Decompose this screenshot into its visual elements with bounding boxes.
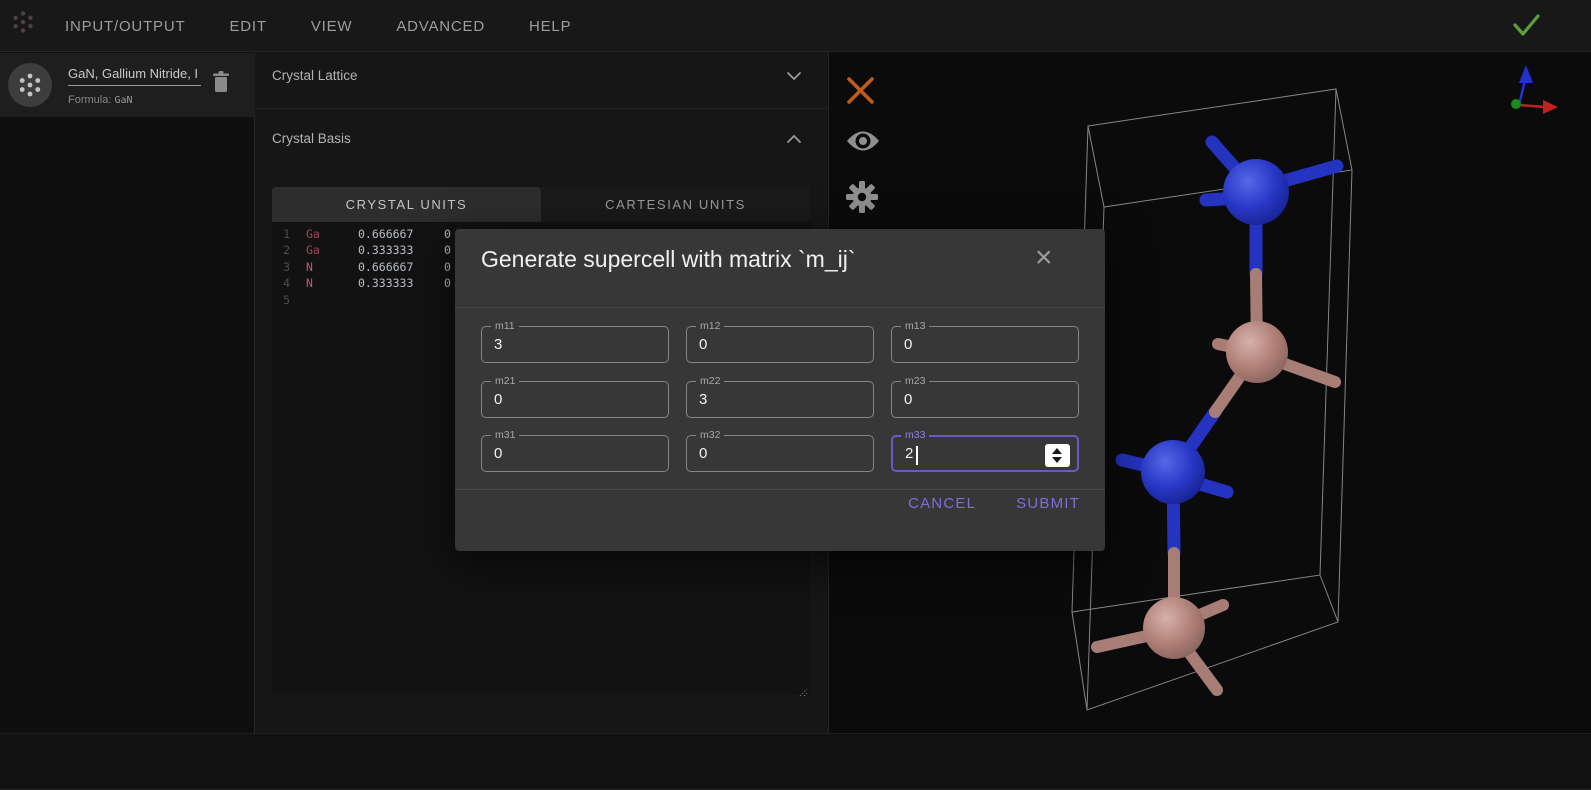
m32-input[interactable] [687, 436, 873, 471]
menu-view[interactable]: VIEW [311, 18, 353, 35]
eye-icon[interactable] [845, 128, 881, 154]
field-label: m32 [696, 429, 724, 441]
m12-input[interactable] [687, 327, 873, 362]
menu-input-output[interactable]: INPUT/OUTPUT [65, 18, 185, 35]
section-crystal-basis[interactable]: Crystal Basis [272, 131, 351, 146]
m31-input[interactable] [482, 436, 668, 471]
section-crystal-lattice[interactable]: Crystal Lattice [272, 68, 358, 83]
material-name-field[interactable]: GaN, Gallium Nitride, I [68, 66, 201, 86]
dialog-title: Generate supercell with matrix `m_ij` [481, 246, 856, 273]
field-label: m12 [696, 320, 724, 332]
atom-n-sphere [1141, 440, 1205, 504]
menu-edit[interactable]: EDIT [229, 18, 266, 35]
m22-input[interactable] [687, 382, 873, 417]
matrix-field-m13: m13 [891, 326, 1079, 363]
matrix-field-m22: m22 [686, 381, 874, 418]
menu-advanced[interactable]: ADVANCED [396, 18, 485, 35]
dialog-close-icon[interactable]: × [1035, 243, 1053, 273]
m23-input[interactable] [892, 382, 1078, 417]
matrix-field-m33: m33 [891, 435, 1079, 472]
field-label: m13 [901, 320, 929, 332]
menu-help[interactable]: HELP [529, 18, 571, 35]
m21-input[interactable] [482, 382, 668, 417]
atom-ga-sphere [1226, 321, 1288, 383]
field-label: m23 [901, 375, 929, 387]
atom-ga-sphere [1143, 597, 1205, 659]
field-label: m33 [901, 429, 929, 441]
bottom-strip [0, 733, 1591, 790]
menubar: INPUT/OUTPUT EDIT VIEW ADVANCED HELP [0, 0, 1591, 52]
generate-supercell-dialog: Generate supercell with matrix `m_ij` × … [455, 229, 1105, 551]
cancel-button[interactable]: CANCEL [908, 495, 976, 512]
gear-icon[interactable] [845, 180, 879, 214]
material-list-item[interactable]: GaN, Gallium Nitride, I Formula: GaN [0, 53, 255, 117]
bonds [1097, 142, 1337, 690]
matrix-field-m23: m23 [891, 381, 1079, 418]
tab-crystal-units[interactable]: CRYSTAL UNITS [272, 187, 541, 222]
matrix-field-m21: m21 [481, 381, 669, 418]
field-label: m31 [491, 429, 519, 441]
m13-input[interactable] [892, 327, 1078, 362]
axes-gizmo [1511, 65, 1558, 114]
unit-cell-wireframe [1072, 89, 1352, 710]
material-avatar [8, 63, 52, 107]
matrix-field-m12: m12 [686, 326, 874, 363]
m11-input[interactable] [482, 327, 668, 362]
spinner-down-icon[interactable] [1052, 457, 1062, 463]
app-window: INPUT/OUTPUT EDIT VIEW ADVANCED HELP GaN [0, 0, 1591, 790]
matrix-field-m32: m32 [686, 435, 874, 472]
field-label: m22 [696, 375, 724, 387]
submit-button[interactable]: SUBMIT [1016, 495, 1080, 512]
resize-handle-icon[interactable] [797, 686, 809, 698]
units-tabbar: CRYSTAL UNITS CARTESIAN UNITS [272, 187, 810, 222]
tab-cartesian-units[interactable]: CARTESIAN UNITS [541, 187, 810, 222]
app-logo-icon [8, 7, 38, 37]
chevron-down-icon[interactable] [786, 71, 802, 81]
number-spinner[interactable] [1045, 444, 1070, 467]
spinner-up-icon[interactable] [1052, 448, 1062, 454]
dot-cluster-icon [8, 63, 52, 107]
delete-material-icon[interactable] [212, 70, 230, 94]
atom-n-sphere [1223, 159, 1289, 225]
save-check-icon[interactable] [1509, 8, 1543, 38]
field-label: m11 [491, 320, 519, 332]
text-caret [916, 446, 918, 465]
matrix-field-m11: m11 [481, 326, 669, 363]
materials-sidebar: GaN, Gallium Nitride, I Formula: GaN [0, 52, 255, 733]
matrix-field-m31: m31 [481, 435, 669, 472]
material-formula: Formula: GaN [68, 94, 133, 106]
field-label: m21 [491, 375, 519, 387]
chevron-up-icon[interactable] [786, 134, 802, 144]
viewer-close-icon[interactable] [845, 76, 877, 106]
